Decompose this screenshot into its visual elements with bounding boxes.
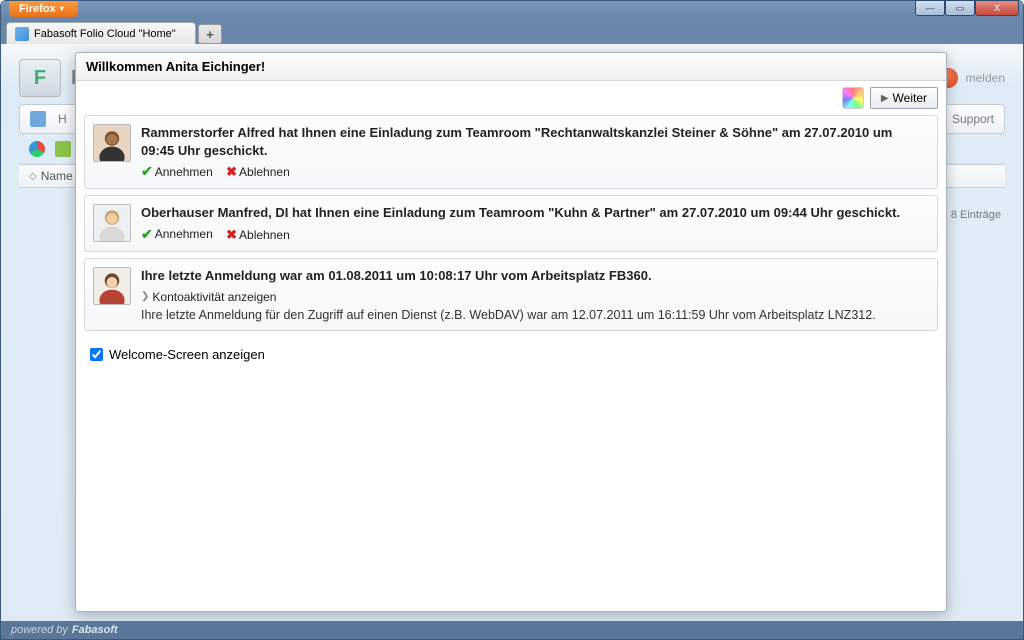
minimize-button[interactable]: — xyxy=(915,0,945,16)
sort-icon: ◇ xyxy=(29,171,37,182)
accept-button[interactable]: ✔Annehmen xyxy=(141,163,213,180)
avatar xyxy=(93,267,131,305)
welcome-checkbox-label: Welcome-Screen anzeigen xyxy=(109,347,265,362)
account-activity-link[interactable]: ❯Kontoaktivität anzeigen xyxy=(141,290,276,304)
notice-content: Ihre letzte Anmeldung war am 01.08.2011 … xyxy=(141,267,929,322)
cross-icon: ✖ xyxy=(226,227,237,243)
welcome-dialog: Willkommen Anita Eichinger! ▶ Weiter Ram… xyxy=(75,52,947,612)
invitation-notice: Oberhauser Manfred, DI hat Ihnen eine Ei… xyxy=(84,195,938,252)
powered-by-label: powered by xyxy=(11,624,68,636)
login-detail: Ihre letzte Anmeldung für den Zugriff au… xyxy=(141,308,929,322)
rainbow-icon[interactable] xyxy=(842,87,864,109)
notice-actions: ✔Annehmen ✖Ablehnen xyxy=(141,226,929,243)
check-icon: ✔ xyxy=(141,226,153,243)
dialog-body: Rammerstorfer Alfred hat Ihnen eine Einl… xyxy=(76,115,946,611)
decline-label: Ablehnen xyxy=(239,165,290,179)
login-activity-row: ❯Kontoaktivität anzeigen xyxy=(141,288,929,304)
weiter-button[interactable]: ▶ Weiter xyxy=(870,87,938,109)
tab-strip: Fabasoft Folio Cloud "Home" + xyxy=(1,18,1023,44)
footer: powered by Fabasoft xyxy=(1,621,1023,639)
support-link[interactable]: Support xyxy=(952,112,994,126)
footer-brand: Fabasoft xyxy=(72,624,118,636)
window-frame: Firefox — ▭ X Fabasoft Folio Cloud "Home… xyxy=(0,0,1024,640)
favicon-icon xyxy=(15,27,29,41)
login-info-notice: Ihre letzte Anmeldung war am 01.08.2011 … xyxy=(84,258,938,331)
activity-link-label: Kontoaktivität anzeigen xyxy=(152,290,276,304)
notice-title: Oberhauser Manfred, DI hat Ihnen eine Ei… xyxy=(141,204,929,222)
home-icon[interactable] xyxy=(30,111,46,127)
firefox-menu-button[interactable]: Firefox xyxy=(9,1,78,17)
logout-label-fragment: melden xyxy=(966,71,1005,85)
notice-title: Rammerstorfer Alfred hat Ihnen eine Einl… xyxy=(141,124,929,159)
weiter-label: Weiter xyxy=(893,91,927,105)
notice-content: Oberhauser Manfred, DI hat Ihnen eine Ei… xyxy=(141,204,929,243)
notice-content: Rammerstorfer Alfred hat Ihnen eine Einl… xyxy=(141,124,929,180)
avatar xyxy=(93,204,131,242)
maximize-button[interactable]: ▭ xyxy=(945,0,975,16)
welcome-screen-toggle[interactable]: Welcome-Screen anzeigen xyxy=(84,337,938,372)
app-logo-icon: F xyxy=(19,59,61,97)
accept-label: Annehmen xyxy=(155,227,213,241)
decline-button[interactable]: ✖Ablehnen xyxy=(226,164,290,180)
invitation-notice: Rammerstorfer Alfred hat Ihnen eine Einl… xyxy=(84,115,938,189)
entry-count-label: 8 Einträge xyxy=(951,209,1001,221)
avatar xyxy=(93,124,131,162)
notice-actions: ✔Annehmen ✖Ablehnen xyxy=(141,163,929,180)
play-icon: ▶ xyxy=(881,93,889,104)
welcome-checkbox[interactable] xyxy=(90,348,103,361)
decline-label: Ablehnen xyxy=(239,228,290,242)
browser-content: F H melden H Support Objekt ◇ Name xyxy=(1,44,1023,621)
titlebar: Firefox — ▭ X xyxy=(1,1,1023,18)
check-icon: ✔ xyxy=(141,163,153,180)
window-buttons: — ▭ X xyxy=(915,0,1019,16)
tab-title: Fabasoft Folio Cloud "Home" xyxy=(34,28,176,40)
breadcrumb-fragment: H xyxy=(58,112,67,126)
cross-icon: ✖ xyxy=(226,164,237,180)
pie-icon[interactable] xyxy=(29,141,45,157)
accept-label: Annehmen xyxy=(155,165,213,179)
column-name: Name xyxy=(41,169,73,183)
folder-icon[interactable] xyxy=(55,141,71,157)
chevron-right-icon: ❯ xyxy=(141,291,149,302)
new-tab-button[interactable]: + xyxy=(198,24,222,44)
decline-button[interactable]: ✖Ablehnen xyxy=(226,227,290,243)
login-title: Ihre letzte Anmeldung war am 01.08.2011 … xyxy=(141,267,929,285)
dialog-title: Willkommen Anita Eichinger! xyxy=(76,53,946,81)
close-window-button[interactable]: X xyxy=(975,0,1019,16)
browser-tab[interactable]: Fabasoft Folio Cloud "Home" xyxy=(6,22,196,44)
dialog-action-bar: ▶ Weiter xyxy=(76,81,946,115)
accept-button[interactable]: ✔Annehmen xyxy=(141,226,213,243)
